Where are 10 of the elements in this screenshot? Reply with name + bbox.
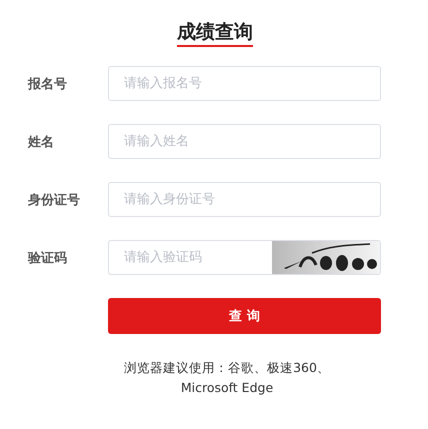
field-label: 验证码 <box>28 250 68 266</box>
page-title: 成绩查询 <box>177 20 253 47</box>
input-field[interactable]: 请输入报名号 <box>108 66 381 101</box>
input-field[interactable]: 请输入姓名 <box>108 124 381 159</box>
input-field[interactable]: 请输入身份证号 <box>108 182 381 217</box>
field-label: 姓名 <box>28 134 55 150</box>
field-label: 身份证号 <box>28 192 81 208</box>
query-button[interactable]: 查 询 <box>108 298 381 334</box>
field-label: 报名号 <box>28 76 68 92</box>
browser-note: 浏览器建议使用：谷歌、极速360、Microsoft Edge <box>123 359 331 397</box>
